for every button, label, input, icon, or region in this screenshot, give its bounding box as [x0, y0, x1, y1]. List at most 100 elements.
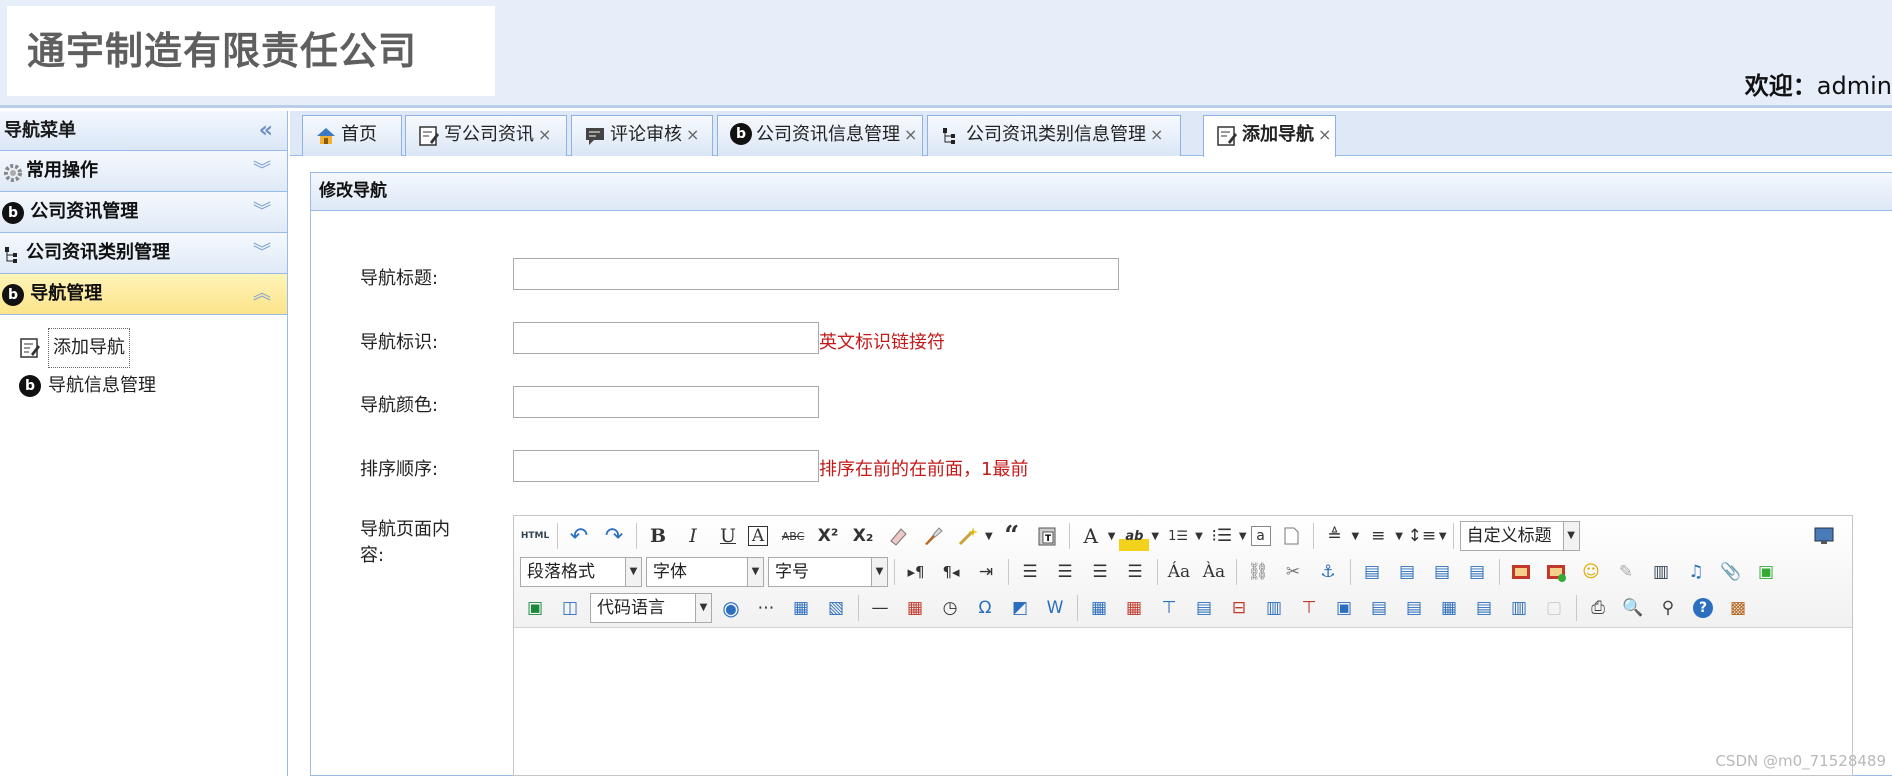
split-to-cells-icon[interactable]: ▦: [1434, 593, 1464, 623]
chevron-down-icon[interactable]: ▼: [1195, 531, 1203, 542]
font-color-icon[interactable]: A: [1076, 521, 1106, 551]
map-icon[interactable]: ▣: [1751, 557, 1781, 587]
attachment-icon[interactable]: 📎: [1716, 557, 1746, 587]
special-chars-icon[interactable]: Ω: [970, 593, 1000, 623]
font-border-icon[interactable]: A: [748, 526, 768, 546]
tab-comment-review[interactable]: 评论审核 ×: [571, 115, 713, 156]
chevron-down-icon[interactable]: ▼: [1239, 531, 1247, 542]
image-center-icon[interactable]: ▤: [1462, 557, 1492, 587]
lowercase-icon[interactable]: Àa: [1199, 557, 1229, 587]
nav-color-input[interactable]: [513, 386, 819, 418]
nav-key-input[interactable]: [513, 322, 819, 354]
chart-icon[interactable]: ▢: [1539, 593, 1569, 623]
unlink-icon[interactable]: ✂: [1278, 557, 1308, 587]
indent-icon[interactable]: ⇥: [971, 557, 1001, 587]
insert-row-icon[interactable]: ▤: [1189, 593, 1219, 623]
bold-icon[interactable]: B: [643, 521, 673, 551]
insert-paragraph-before-table-icon[interactable]: ⊤: [1154, 593, 1184, 623]
align-right-icon[interactable]: ☰: [1085, 557, 1115, 587]
tab-news-category-manage[interactable]: 公司资讯类别信息管理 ×: [927, 115, 1181, 156]
merge-down-icon[interactable]: ▤: [1399, 593, 1429, 623]
close-icon[interactable]: ×: [686, 125, 699, 144]
image-none-icon[interactable]: ▤: [1357, 557, 1387, 587]
help-icon[interactable]: ?: [1688, 593, 1718, 623]
insert-image-icon[interactable]: [1541, 557, 1571, 587]
code-language-select[interactable]: 代码语言 ▼: [590, 593, 712, 623]
align-center-icon[interactable]: ☰: [1050, 557, 1080, 587]
nav-order-input[interactable]: [513, 450, 819, 482]
underline-icon[interactable]: U: [713, 521, 743, 551]
unordered-list-icon[interactable]: ⁝☰: [1207, 521, 1237, 551]
row-spacing-bottom-icon[interactable]: ≡: [1363, 521, 1393, 551]
music-icon[interactable]: ♫: [1681, 557, 1711, 587]
line-height-icon[interactable]: ↕≡: [1407, 521, 1437, 551]
tab-news-info-manage[interactable]: b 公司资讯信息管理 ×: [717, 115, 923, 156]
close-icon[interactable]: ×: [1318, 125, 1331, 144]
preview-icon[interactable]: 🔍: [1618, 593, 1648, 623]
user-name[interactable]: admin: [1817, 72, 1892, 100]
clear-doc-icon[interactable]: [1276, 521, 1306, 551]
tab-write-news[interactable]: 写公司资讯 ×: [405, 115, 567, 156]
tab-add-nav[interactable]: 添加导航 ×: [1203, 115, 1336, 157]
blockquote-icon[interactable]: “: [997, 521, 1027, 551]
background-icon[interactable]: ▧: [821, 593, 851, 623]
word-image-icon[interactable]: W: [1040, 593, 1070, 623]
sidebar-group-news-category[interactable]: 公司资讯类别管理 ︾: [0, 233, 287, 274]
emotion-icon[interactable]: ☺: [1576, 557, 1606, 587]
chevron-down-icon[interactable]: ▼: [1108, 531, 1116, 542]
merge-cells-icon[interactable]: ▣: [1329, 593, 1359, 623]
chevron-down-icon[interactable]: ▼: [985, 531, 993, 542]
split-to-cols-icon[interactable]: ▥: [1504, 593, 1534, 623]
google-map-icon[interactable]: ▣: [520, 593, 550, 623]
merge-right-icon[interactable]: ▤: [1364, 593, 1394, 623]
font-family-select[interactable]: 字体 ▼: [646, 557, 764, 587]
undo-icon[interactable]: ↶: [564, 521, 594, 551]
anchor-icon[interactable]: ⚓: [1313, 557, 1343, 587]
format-brush-icon[interactable]: [918, 521, 948, 551]
draft-icon[interactable]: ▩: [1723, 593, 1753, 623]
chevron-down-icon[interactable]: ▼: [1352, 531, 1360, 542]
ordered-list-icon[interactable]: 1☰: [1163, 521, 1193, 551]
chevron-double-down-icon[interactable]: ︾: [253, 151, 271, 191]
double-chevron-left-icon[interactable]: «: [259, 111, 273, 151]
simple-upload-icon[interactable]: [1506, 557, 1536, 587]
close-icon[interactable]: ×: [538, 125, 551, 144]
web-app-icon[interactable]: ◉: [716, 593, 746, 623]
sidebar-group-common[interactable]: 常用操作 ︾: [0, 151, 287, 192]
horizontal-rule-icon[interactable]: —: [865, 593, 895, 623]
paragraph-format-select[interactable]: 段落格式 ▼: [520, 557, 642, 587]
scrawl-icon[interactable]: ✎: [1611, 557, 1641, 587]
delete-table-icon[interactable]: ▦: [1119, 593, 1149, 623]
insert-table-icon[interactable]: ▦: [1084, 593, 1114, 623]
sidebar-item-nav-manage[interactable]: b 导航信息管理: [0, 367, 287, 405]
italic-icon[interactable]: I: [678, 521, 708, 551]
fullscreen-icon[interactable]: [1809, 521, 1839, 551]
chevron-double-up-icon[interactable]: ︽: [253, 274, 271, 314]
redo-icon[interactable]: ↷: [599, 521, 629, 551]
close-icon[interactable]: ×: [1150, 125, 1163, 144]
image-left-icon[interactable]: ▤: [1392, 557, 1422, 587]
subscript-icon[interactable]: X₂: [848, 521, 878, 551]
eraser-icon[interactable]: [883, 521, 913, 551]
insert-frame-icon[interactable]: ◫: [555, 593, 585, 623]
custom-title-select[interactable]: 自定义标题 ▼: [1459, 521, 1580, 551]
paste-text-icon[interactable]: T: [1032, 521, 1062, 551]
search-replace-icon[interactable]: ⚲: [1653, 593, 1683, 623]
chevron-down-icon[interactable]: ▼: [1395, 531, 1403, 542]
background-color-icon[interactable]: ab: [1119, 521, 1150, 551]
strikethrough-icon[interactable]: ABC: [778, 521, 808, 551]
auto-format-icon[interactable]: [953, 521, 983, 551]
chevron-double-down-icon[interactable]: ︾: [253, 233, 271, 273]
chevron-down-icon[interactable]: ▼: [1439, 531, 1447, 542]
editor-content-area[interactable]: [514, 628, 1852, 776]
insert-video-icon[interactable]: ▥: [1646, 557, 1676, 587]
html-source-icon[interactable]: HTML: [520, 521, 550, 551]
page-break-icon[interactable]: ⋯: [751, 593, 781, 623]
insert-col-icon[interactable]: ▥: [1259, 593, 1289, 623]
image-right-icon[interactable]: ▤: [1427, 557, 1457, 587]
date-icon[interactable]: ▦: [900, 593, 930, 623]
ltr-direction-icon[interactable]: ▸¶: [901, 557, 931, 587]
row-spacing-top-icon[interactable]: ≜: [1320, 521, 1350, 551]
template-icon[interactable]: ▦: [786, 593, 816, 623]
tab-home[interactable]: 首页: [302, 115, 402, 156]
